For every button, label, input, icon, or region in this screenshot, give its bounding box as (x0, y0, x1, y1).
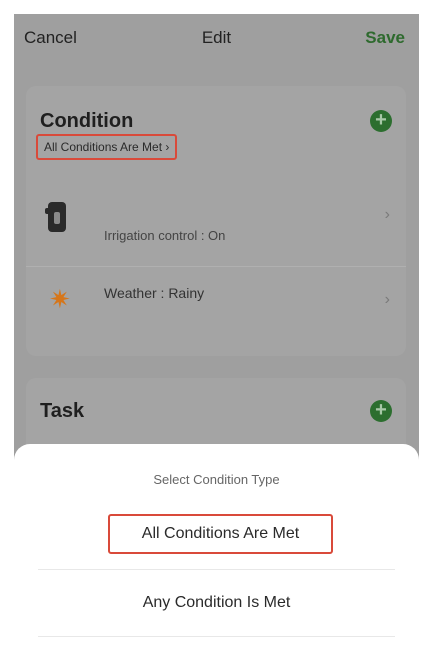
nav-bar: Cancel Edit Save (14, 14, 419, 62)
save-button[interactable]: Save (365, 28, 405, 48)
chevron-right-icon: › (384, 291, 390, 308)
condition-item-weather[interactable]: ✷ Weather : Rainy › (26, 266, 406, 337)
condition-item-label: Irrigation control : On (104, 228, 226, 243)
add-task-icon[interactable]: + (370, 400, 392, 422)
sheet-title: Select Condition Type (153, 472, 280, 487)
add-condition-icon[interactable]: + (370, 110, 392, 132)
condition-title: Condition (40, 110, 134, 132)
condition-item-label: Weather : Rainy (104, 285, 205, 301)
option-all-conditions[interactable]: All Conditions Are Met (108, 514, 333, 554)
condition-type-sheet: Select Condition Type All Conditions Are… (14, 444, 419, 664)
chevron-right-icon: › (384, 206, 390, 223)
condition-type-selector[interactable]: All Conditions Are Met › (36, 134, 178, 160)
irrigation-device-icon (45, 202, 66, 232)
task-title: Task (40, 400, 85, 422)
app-screen: Cancel Edit Save Condition + All Conditi… (14, 14, 419, 664)
condition-card: Condition + All Conditions Are Met › Irr… (26, 86, 406, 356)
divider (38, 569, 395, 570)
condition-item-irrigation[interactable]: Irrigation control : On › (26, 186, 406, 256)
divider (38, 636, 395, 637)
option-any-condition[interactable]: Any Condition Is Met (38, 594, 395, 612)
page-title: Edit (201, 28, 232, 47)
sun-icon: ✷ (49, 284, 71, 314)
